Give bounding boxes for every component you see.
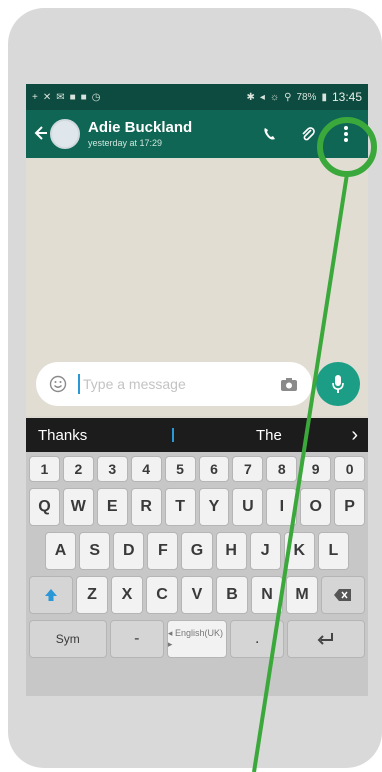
key[interactable]: O (300, 488, 332, 526)
mic-icon (332, 375, 344, 393)
key[interactable]: T (164, 488, 196, 526)
enter-key[interactable] (287, 620, 365, 658)
sym-key[interactable]: Sym (29, 620, 107, 658)
avatar[interactable] (50, 119, 80, 149)
shift-icon (45, 589, 57, 601)
shift-key[interactable] (29, 576, 73, 614)
contact-info[interactable]: Adie Buckland yesterday at 17:29 (88, 119, 260, 149)
suggestion-cursor (172, 428, 174, 442)
key[interactable]: F (147, 532, 179, 570)
status-icons-right: ✱ ◂ ☼ ⚲ 78% ▮ 13:45 (247, 90, 362, 104)
key[interactable]: 4 (130, 456, 162, 482)
suggestion-left[interactable]: Thanks (38, 427, 87, 444)
mute-icon: ◂ (259, 91, 265, 103)
keyboard: 1 2 3 4 5 6 7 8 9 0 Q W E R T Y U I O P … (26, 452, 368, 696)
back-arrow-icon[interactable] (32, 121, 48, 147)
key[interactable]: 9 (300, 456, 332, 482)
key[interactable]: V (181, 576, 213, 614)
key[interactable]: J (249, 532, 281, 570)
status-icons-left: + ✕ ✉ ■ ■ ◷ (32, 92, 100, 103)
key[interactable]: G (181, 532, 213, 570)
backspace-key[interactable] (321, 576, 365, 614)
status-icon: ✕ (42, 91, 52, 103)
key[interactable]: I (266, 488, 298, 526)
key[interactable]: X (111, 576, 143, 614)
key[interactable]: E (96, 488, 128, 526)
more-options-icon[interactable] (336, 124, 356, 144)
key[interactable]: 0 (334, 456, 366, 482)
enter-icon (317, 633, 334, 645)
key[interactable]: 7 (232, 456, 264, 482)
key[interactable]: 5 (164, 456, 196, 482)
key[interactable]: S (79, 532, 111, 570)
status-icon: ◷ (91, 91, 101, 103)
bluetooth-icon: ✱ (246, 91, 255, 103)
backspace-icon (334, 589, 351, 601)
phone-screen: + ✕ ✉ ■ ■ ◷ ✱ ◂ ☼ ⚲ 78% ▮ 13:45 Adie Buc… (26, 84, 368, 696)
status-bar: + ✕ ✉ ■ ■ ◷ ✱ ◂ ☼ ⚲ 78% ▮ 13:45 (26, 84, 368, 110)
key[interactable]: L (317, 532, 349, 570)
key[interactable]: K (283, 532, 315, 570)
key[interactable]: Y (198, 488, 230, 526)
period-key[interactable]: . (230, 620, 285, 658)
camera-icon[interactable] (278, 375, 300, 393)
key[interactable]: C (146, 576, 178, 614)
chat-header: Adie Buckland yesterday at 17:29 (26, 110, 368, 158)
phone-icon[interactable] (260, 124, 280, 144)
attach-icon[interactable] (298, 124, 318, 144)
message-input-bar (36, 362, 312, 406)
keyboard-number-row: 1 2 3 4 5 6 7 8 9 0 (29, 456, 366, 482)
key[interactable]: Z (76, 576, 108, 614)
key[interactable]: D (113, 532, 145, 570)
key[interactable]: P (334, 488, 366, 526)
message-input[interactable] (80, 376, 278, 392)
key[interactable]: 6 (198, 456, 230, 482)
key[interactable]: 1 (29, 456, 60, 482)
mic-button[interactable] (316, 362, 360, 406)
battery-icon: ▮ (321, 91, 327, 103)
key[interactable]: 8 (266, 456, 298, 482)
status-icon: + (32, 91, 38, 103)
status-time: 13:45 (331, 90, 362, 104)
last-seen: yesterday at 17:29 (88, 138, 163, 148)
status-icon: ■ (80, 91, 87, 103)
keyboard-row-4: Sym - ◂ English(UK) ▸ . (29, 620, 365, 658)
chevron-right-icon[interactable]: › (351, 424, 358, 447)
suggestion-right[interactable]: The (256, 427, 282, 444)
wifi-icon: ⚲ (284, 91, 292, 103)
key[interactable]: M (286, 576, 318, 614)
space-key[interactable]: ◂ English(UK) ▸ (166, 620, 228, 658)
keyboard-row-2: A S D F G H J K L (29, 532, 365, 570)
word-suggestion-bar: Thanks The › (26, 418, 368, 452)
keyboard-row-3: Z X C V B N M (29, 576, 365, 614)
key[interactable]: Q (29, 488, 60, 526)
contact-name: Adie Buckland (88, 119, 193, 136)
header-actions (260, 124, 362, 144)
key[interactable]: B (216, 576, 248, 614)
key[interactable]: A (45, 532, 77, 570)
key[interactable]: R (130, 488, 162, 526)
key[interactable]: 3 (96, 456, 128, 482)
status-icon: ✉ (56, 91, 65, 103)
keyboard-row-1: Q W E R T Y U I O P (29, 488, 366, 526)
alarm-icon: ☼ (269, 91, 280, 103)
battery-percent: 78% (296, 91, 317, 103)
key[interactable]: U (232, 488, 264, 526)
emoji-icon[interactable] (48, 374, 68, 394)
key[interactable]: H (215, 532, 247, 570)
key[interactable]: 2 (62, 456, 94, 482)
dash-key[interactable]: - (109, 620, 164, 658)
status-icon: ■ (69, 91, 76, 103)
key[interactable]: N (251, 576, 283, 614)
key[interactable]: W (62, 488, 94, 526)
